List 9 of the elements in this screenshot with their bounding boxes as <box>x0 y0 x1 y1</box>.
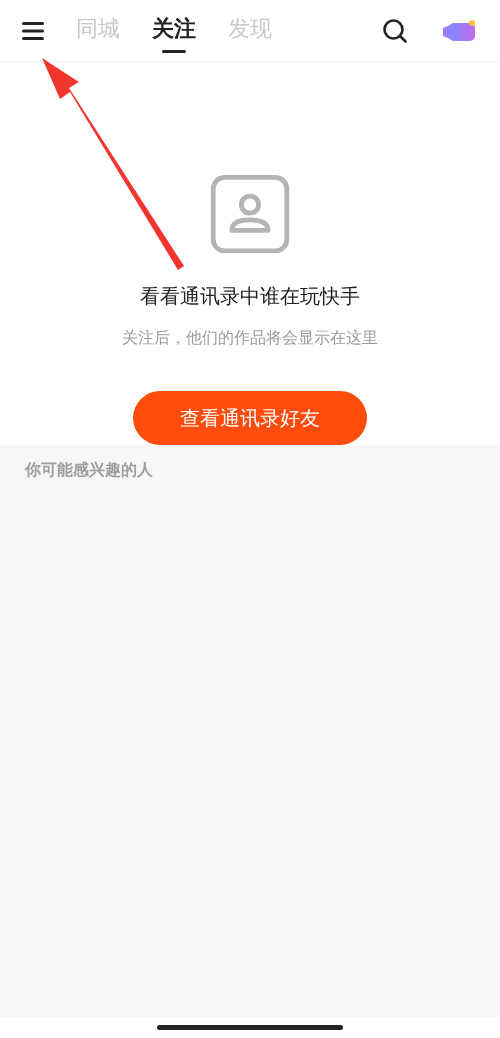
tab[interactable]: 关注 <box>152 7 196 54</box>
section-heading: 你可能感兴趣的人 <box>25 460 154 481</box>
search-icon[interactable] <box>382 17 408 44</box>
view-contacts-button[interactable]: 查看通讯录好友 <box>133 391 367 445</box>
empty-subtitle: 关注后，他们的作品将会显示在这里 <box>122 328 378 350</box>
menu-icon[interactable] <box>22 20 46 41</box>
video-album-icon[interactable] <box>442 18 476 43</box>
contact-icon <box>209 175 291 254</box>
empty-title: 看看通讯录中谁在玩快手 <box>140 283 360 311</box>
